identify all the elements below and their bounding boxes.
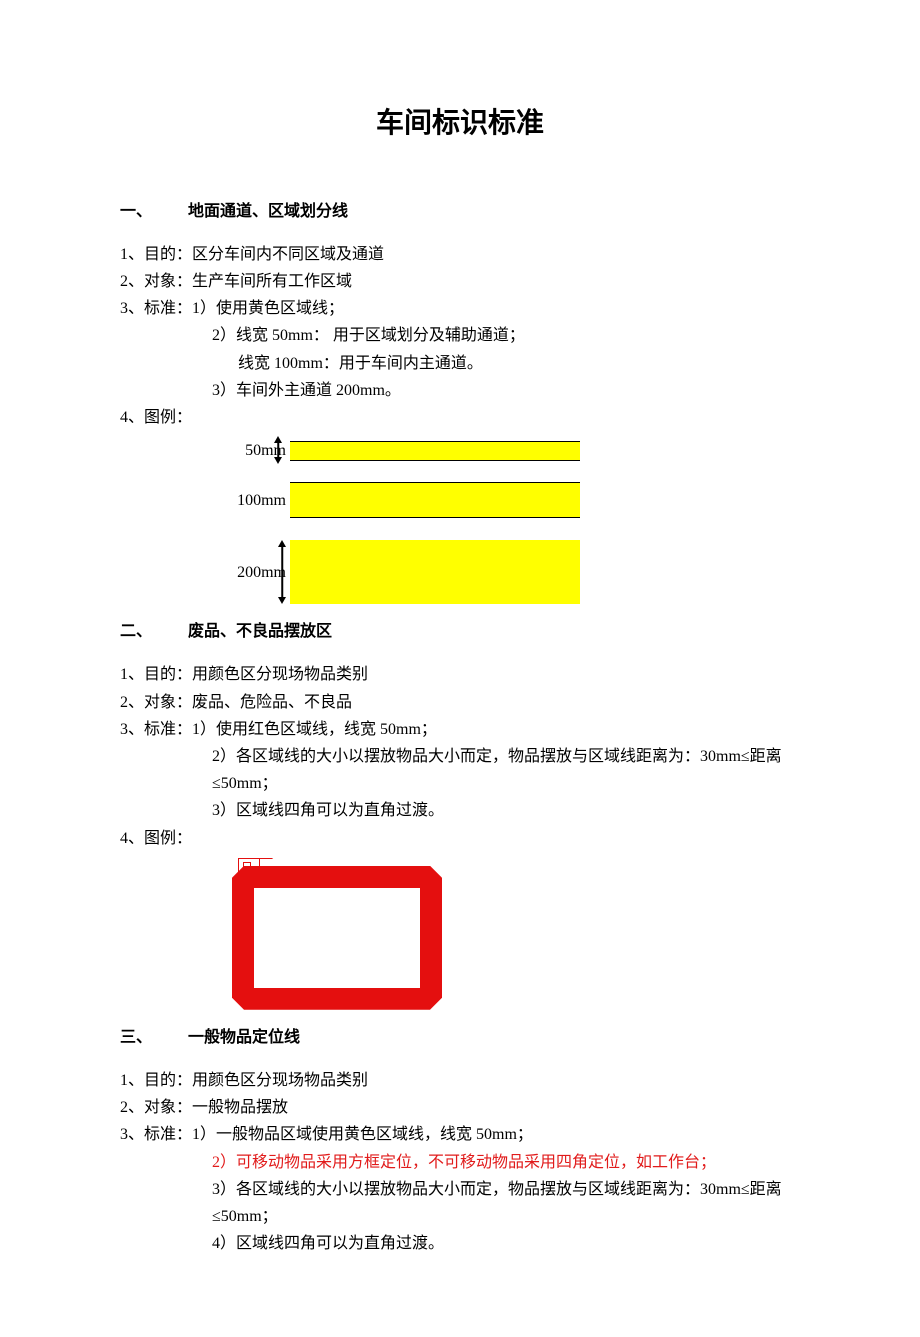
section-num: 一、 [120,198,152,225]
body-text: 4、图例： [120,825,800,852]
body-text: 1、目的：用颜色区分现场物品类别 [120,1067,800,1094]
diagram-red-frame [232,858,442,1010]
diagram-yellow-lines: 50mm 100mm 200mm [220,437,800,604]
section-num: 三、 [120,1024,152,1051]
dim-label-100: 100mm [220,487,286,514]
section-heading: 一、 地面通道、区域划分线 [120,198,800,225]
section-heading: 三、 一般物品定位线 [120,1024,800,1051]
section-title: 废品、不良品摆放区 [188,623,332,640]
body-text: 3）区域线四角可以为直角过渡。 [120,797,800,824]
section-num: 二、 [120,618,152,645]
body-text: 3、标准：1）使用红色区域线，线宽 50mm； [120,716,800,743]
body-text: 1、目的：用颜色区分现场物品类别 [120,661,800,688]
body-text: 2、对象：一般物品摆放 [120,1094,800,1121]
body-text: 3、标准：1）一般物品区域使用黄色区域线，线宽 50mm； [120,1121,800,1148]
body-text: 3、标准：1）使用黄色区域线； [120,295,800,322]
section-title: 一般物品定位线 [188,1029,300,1046]
dimension-arrow-icon [272,439,284,461]
body-text: 3）车间外主通道 200mm。 [120,377,800,404]
yellow-bar-50 [290,441,580,461]
section-heading: 二、 废品、不良品摆放区 [120,618,800,645]
document-title: 车间标识标准 [120,100,800,148]
yellow-bar-100 [290,482,580,518]
body-text: 线宽 100mm：用于车间内主通道。 [120,350,800,377]
body-text: 2）各区域线的大小以摆放物品大小而定，物品摆放与区域线距离为：30mm≤距离≤5… [120,743,800,797]
body-text: 2、对象：废品、危险品、不良品 [120,689,800,716]
section-title: 地面通道、区域划分线 [188,203,348,220]
red-frame-inner [254,888,420,988]
body-text: 1、目的：区分车间内不同区域及通道 [120,241,800,268]
dimension-arrow-icon [276,540,288,604]
body-text: 2、对象：生产车间所有工作区域 [120,268,800,295]
body-text: 4）区域线四角可以为直角过渡。 [120,1230,800,1257]
body-text: 4、图例： [120,404,800,431]
body-text: 2）线宽 50mm： 用于区域划分及辅助通道； [120,322,800,349]
body-text: 3）各区域线的大小以摆放物品大小而定，物品摆放与区域线距离为：30mm≤距离≤5… [120,1176,800,1230]
yellow-bar-200 [290,540,580,604]
body-text-highlighted: 2）可移动物品采用方框定位，不可移动物品采用四角定位，如工作台； [120,1149,800,1176]
